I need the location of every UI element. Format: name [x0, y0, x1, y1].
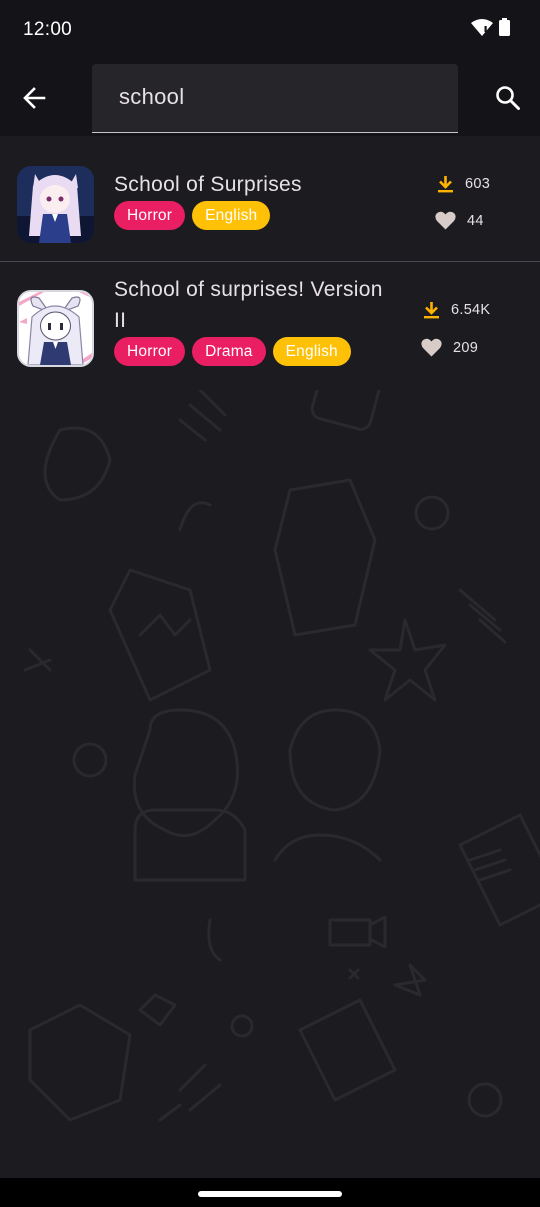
back-button[interactable]: [14, 78, 54, 118]
download-count: 603: [437, 175, 490, 193]
download-count-value: 6.54K: [451, 302, 491, 318]
tag-genre[interactable]: Horror: [114, 201, 186, 230]
like-count: 209: [421, 338, 478, 357]
like-count-value: 44: [467, 212, 484, 229]
screen: 12:00 school School of Surprises Horror …: [0, 0, 540, 1207]
download-count-value: 603: [465, 176, 491, 192]
status-bar: 12:00: [0, 0, 540, 60]
tag-list: Horror English: [114, 201, 271, 230]
story-title: School of surprises! Version II: [114, 274, 414, 336]
navigation-bar: [0, 1178, 540, 1207]
story-title: School of Surprises: [114, 173, 302, 196]
heart-icon: [435, 211, 456, 230]
list-item[interactable]: School of surprises! Version II Horror D…: [0, 262, 540, 392]
heart-icon: [421, 338, 442, 357]
list-item[interactable]: School of Surprises Horror English 603 4…: [0, 136, 540, 262]
status-icons: [471, 18, 510, 36]
story-cover-image: [17, 290, 94, 367]
story-title-line-2: II: [114, 309, 127, 332]
story-cover-image: [17, 166, 94, 243]
status-time: 12:00: [23, 19, 73, 40]
search-button[interactable]: [488, 78, 528, 118]
search-field[interactable]: [92, 64, 458, 133]
app-bar: [0, 60, 540, 136]
tag-list: Horror Drama English: [114, 337, 351, 366]
arrow-back-icon: [23, 87, 46, 109]
download-icon: [438, 176, 453, 193]
battery-icon: [499, 18, 510, 36]
search-input[interactable]: [119, 82, 439, 112]
download-count: 6.54K: [423, 301, 490, 319]
tag-language[interactable]: English: [192, 201, 271, 230]
home-gesture-handle[interactable]: [198, 1191, 342, 1197]
results-list: School of Surprises Horror English 603 4…: [0, 136, 540, 392]
like-count-value: 209: [453, 339, 479, 356]
tag-genre[interactable]: Horror: [114, 337, 186, 366]
wifi-icon: [471, 18, 493, 36]
tag-language[interactable]: English: [272, 337, 351, 366]
story-title-line-1: School of surprises! Version: [114, 278, 383, 301]
tag-genre[interactable]: Drama: [192, 337, 266, 366]
download-icon: [424, 302, 439, 319]
like-count: 44: [435, 211, 484, 230]
background-doodle-pattern: [23, 390, 540, 1122]
search-icon: [496, 86, 520, 110]
